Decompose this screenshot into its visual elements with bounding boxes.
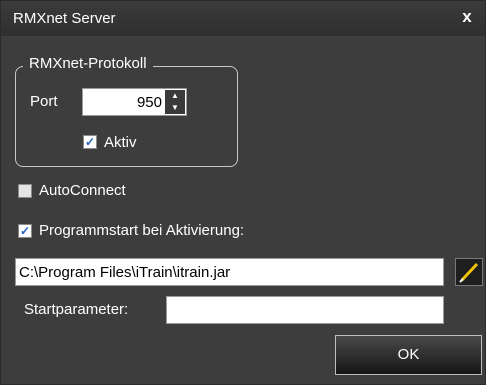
title-bar[interactable]: RMXnet Server x [1,1,485,36]
autoconnect-checkbox[interactable] [18,184,32,198]
startparameter-label: Startparameter: [24,301,129,318]
port-label: Port [30,93,58,110]
program-path-input[interactable]: C:\Program Files\iTrain\itrain.jar [15,258,444,286]
aktiv-checkbox[interactable]: ✓ [83,135,97,149]
protocol-group-legend: RMXnet-Protokoll [23,55,153,72]
port-spinner[interactable]: 950 ▲ ▼ [82,88,187,116]
spin-up-icon[interactable]: ▲ [165,90,185,102]
aktiv-label: Aktiv [104,134,137,151]
programmstart-label: Programmstart bei Aktivierung: [39,222,245,239]
port-spin-buttons: ▲ ▼ [165,90,185,114]
close-button[interactable]: x [457,7,477,27]
autoconnect-label: AutoConnect [39,182,126,199]
spin-down-icon[interactable]: ▼ [165,102,185,114]
dialog-window: RMXnet Server x RMXnet-Protokoll Port 95… [0,0,486,385]
pencil-icon [459,262,479,283]
programmstart-checkbox[interactable]: ✓ [18,224,32,238]
ok-button[interactable]: OK [335,335,482,375]
window-title: RMXnet Server [13,10,116,27]
port-value[interactable]: 950 [137,94,162,111]
startparameter-input[interactable] [166,296,444,324]
protocol-groupbox [15,66,238,167]
browse-button[interactable] [455,258,483,286]
